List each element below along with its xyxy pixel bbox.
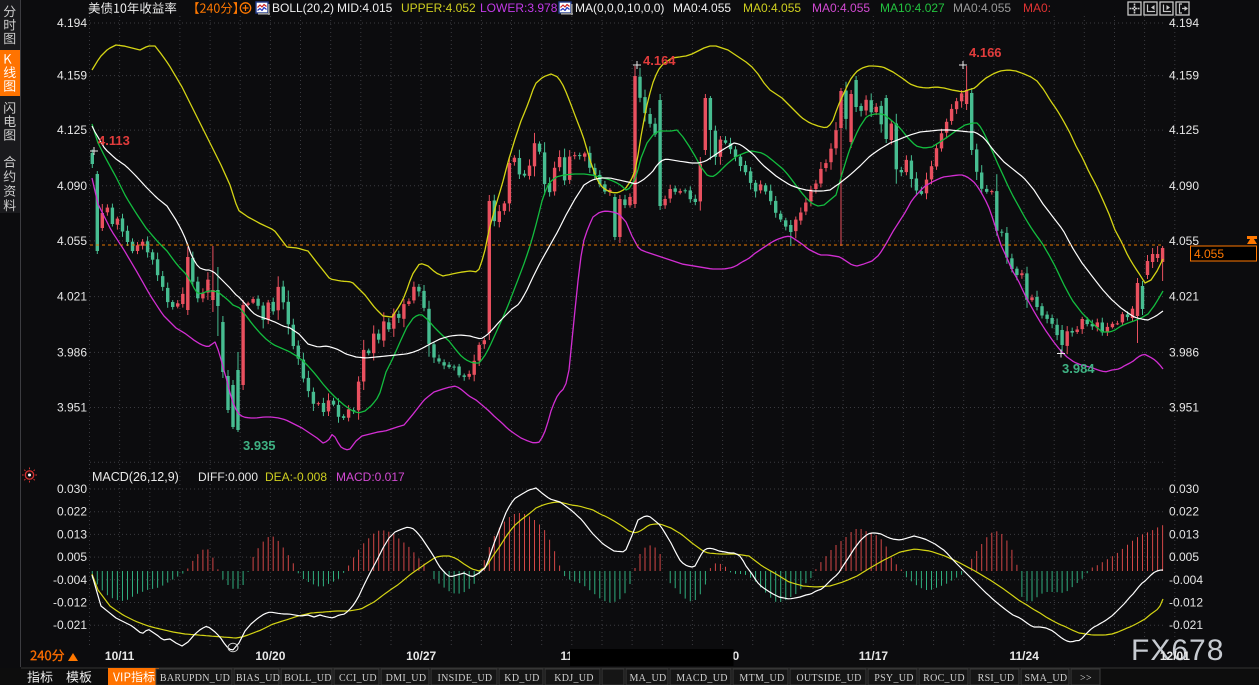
svg-text:4.164: 4.164 [643, 53, 676, 68]
svg-text:MTM_UD: MTM_UD [739, 673, 784, 684]
svg-text:-0.021: -0.021 [1169, 618, 1203, 632]
svg-text:LOWER:3.978: LOWER:3.978 [480, 1, 558, 15]
svg-text:SMA_UD: SMA_UD [1025, 673, 1068, 684]
svg-text:4.055: 4.055 [1169, 234, 1199, 248]
svg-text:0.013: 0.013 [1169, 527, 1199, 541]
svg-text:BOLL(20,2): BOLL(20,2) [272, 1, 334, 15]
svg-text:10/20: 10/20 [255, 649, 285, 663]
svg-text:4.125: 4.125 [57, 123, 87, 137]
svg-text:CCI_UD: CCI_UD [339, 673, 377, 684]
svg-text:MACD(26,12,9): MACD(26,12,9) [92, 470, 179, 484]
svg-text:-0.021: -0.021 [53, 618, 87, 632]
svg-text:4.021: 4.021 [57, 290, 87, 304]
svg-text:4.090: 4.090 [57, 179, 87, 193]
svg-text:ROC_UD: ROC_UD [923, 673, 965, 684]
svg-text:DEA:-0.008: DEA:-0.008 [265, 470, 327, 484]
svg-text:4.166: 4.166 [969, 45, 1002, 60]
svg-text:MA0:: MA0: [1023, 1, 1051, 15]
svg-text:0.013: 0.013 [57, 527, 87, 541]
svg-text:11/24: 11/24 [1010, 649, 1040, 663]
svg-text:0.005: 0.005 [1169, 550, 1199, 564]
svg-text:12/01: 12/01 [1160, 649, 1190, 663]
svg-text:3.951: 3.951 [1169, 401, 1199, 415]
svg-text:4.194: 4.194 [57, 16, 87, 30]
svg-text:BARUPDN_UD: BARUPDN_UD [160, 673, 230, 684]
svg-text:11/17: 11/17 [859, 649, 889, 663]
svg-text:OUTSIDE_UD: OUTSIDE_UD [796, 673, 861, 684]
svg-text:DIFF:0.000: DIFF:0.000 [198, 470, 258, 484]
svg-text:MA0:4.055: MA0:4.055 [953, 1, 1011, 15]
svg-text:DMI_UD: DMI_UD [386, 673, 427, 684]
svg-text:4.113: 4.113 [98, 133, 130, 148]
svg-text:MA_UD: MA_UD [629, 673, 666, 684]
svg-text:4.159: 4.159 [57, 69, 87, 83]
svg-text:MACD:0.017: MACD:0.017 [336, 470, 405, 484]
svg-text:4.055: 4.055 [57, 234, 87, 248]
svg-text:4.194: 4.194 [1169, 16, 1199, 30]
svg-text:-0.004: -0.004 [1169, 573, 1203, 587]
svg-text:MA0:4.055: MA0:4.055 [673, 1, 731, 15]
svg-text:MA0:4.055: MA0:4.055 [743, 1, 801, 15]
svg-text:4.021: 4.021 [1169, 290, 1199, 304]
svg-text:3.986: 3.986 [1169, 345, 1199, 359]
svg-text:MA10:4.027: MA10:4.027 [880, 1, 945, 15]
svg-text:-0.004: -0.004 [53, 573, 87, 587]
svg-text:KD_UD: KD_UD [504, 673, 539, 684]
svg-text:0.022: 0.022 [1169, 505, 1199, 519]
svg-text:10/27: 10/27 [406, 649, 436, 663]
svg-text:-0.012: -0.012 [1169, 596, 1203, 610]
svg-text:INSIDE_UD: INSIDE_UD [438, 673, 493, 684]
svg-text:3.935: 3.935 [243, 438, 276, 453]
svg-text:4.125: 4.125 [1169, 123, 1199, 137]
svg-text:3.984: 3.984 [1062, 361, 1095, 376]
svg-text:UPPER:4.052: UPPER:4.052 [401, 1, 476, 15]
svg-text:0.030: 0.030 [1169, 482, 1199, 496]
svg-text:3.986: 3.986 [57, 345, 87, 359]
svg-text:4.090: 4.090 [1169, 179, 1199, 193]
svg-text:4.055: 4.055 [1194, 247, 1224, 261]
svg-text:RSI_UD: RSI_UD [978, 673, 1015, 684]
svg-text:>>: >> [1080, 673, 1092, 684]
svg-text:MACD_UD: MACD_UD [676, 673, 728, 684]
svg-text:MA0:4.055: MA0:4.055 [812, 1, 870, 15]
svg-text:0.030: 0.030 [57, 482, 87, 496]
svg-text:MID:4.015: MID:4.015 [337, 1, 393, 15]
svg-text:BIAS_UD: BIAS_UD [236, 673, 280, 684]
svg-text:PSY_UD: PSY_UD [874, 673, 914, 684]
svg-text:0.022: 0.022 [57, 505, 87, 519]
svg-text:0.005: 0.005 [57, 550, 87, 564]
svg-text:10/11: 10/11 [105, 649, 135, 663]
svg-text:-0.012: -0.012 [53, 596, 87, 610]
svg-text:3.951: 3.951 [57, 401, 87, 415]
svg-text:MA(0,0,0,10,0,0): MA(0,0,0,10,0,0) [575, 1, 664, 15]
svg-text:BOLL_UD: BOLL_UD [284, 673, 332, 684]
svg-text:4.159: 4.159 [1169, 69, 1199, 83]
svg-text:KDJ_UD: KDJ_UD [554, 673, 594, 684]
